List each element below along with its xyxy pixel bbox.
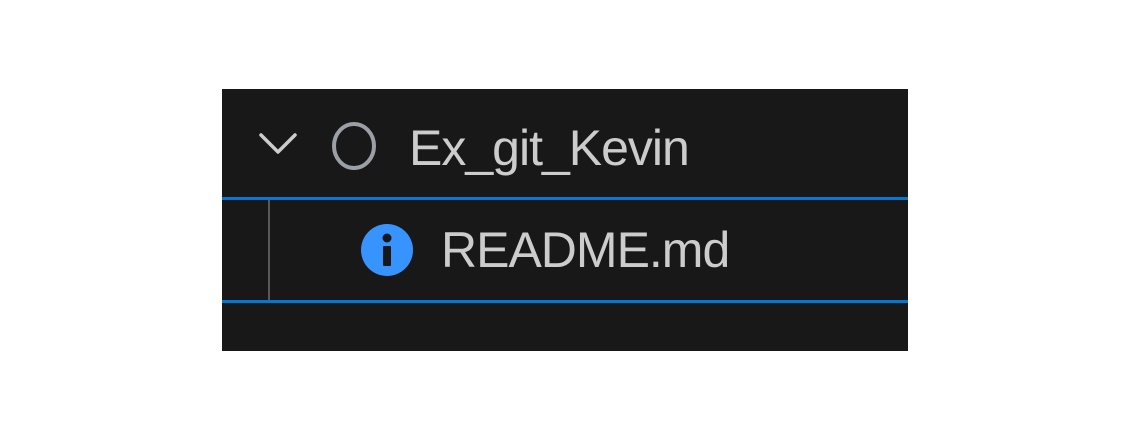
page: Ex_git_Kevin README.md — [0, 0, 1144, 438]
chevron-down-icon[interactable] — [258, 132, 298, 156]
circle-outline-icon — [332, 122, 376, 170]
file-label: README.md — [441, 222, 730, 278]
folder-label: Ex_git_Kevin — [409, 120, 690, 176]
file-row-readme[interactable]: README.md — [222, 197, 908, 303]
info-icon — [361, 224, 413, 276]
folder-row[interactable]: Ex_git_Kevin — [222, 89, 908, 197]
explorer-tree: Ex_git_Kevin README.md — [222, 89, 908, 351]
indent-guide — [268, 200, 270, 300]
